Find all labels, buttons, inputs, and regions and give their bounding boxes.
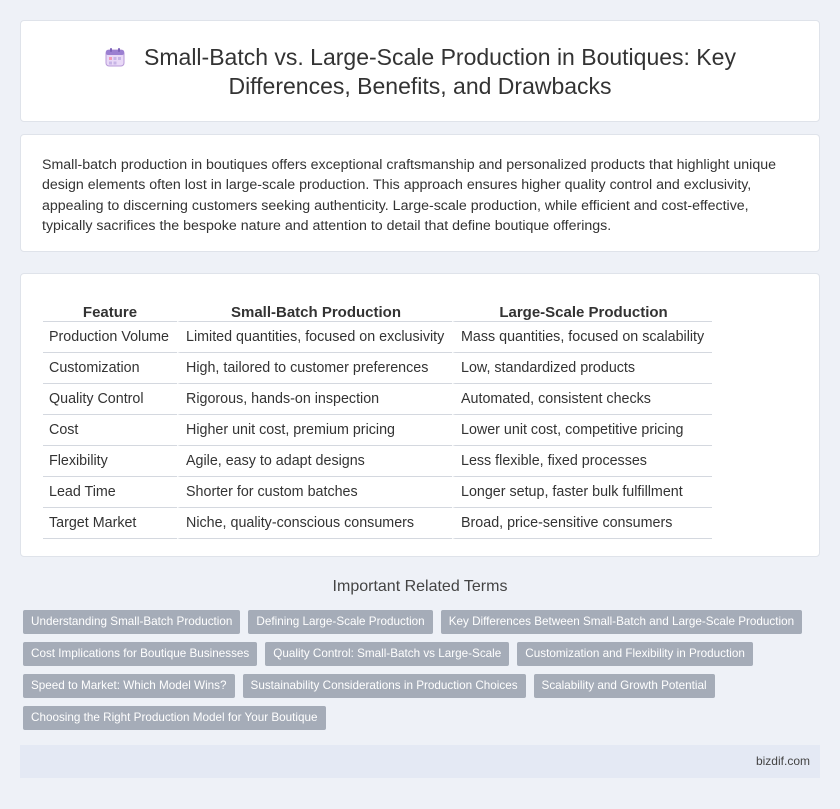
table-cell: Automated, consistent checks bbox=[452, 384, 712, 415]
related-terms-list: Understanding Small-Batch Production Def… bbox=[23, 610, 823, 738]
table-row: Production Volume Limited quantities, fo… bbox=[43, 322, 712, 353]
footer-site-link[interactable]: bizdif.com bbox=[756, 754, 810, 768]
footer: bizdif.com bbox=[20, 745, 820, 778]
table-row: Customization High, tailored to customer… bbox=[43, 353, 712, 384]
intro-card: Small-batch production in boutiques offe… bbox=[20, 134, 820, 252]
calendar-icon bbox=[105, 48, 125, 67]
table-cell: Rigorous, hands-on inspection bbox=[177, 384, 452, 415]
header-feature: Feature bbox=[43, 296, 177, 322]
table-row: Target Market Niche, quality-conscious c… bbox=[43, 508, 712, 539]
table-cell: Flexibility bbox=[43, 446, 177, 477]
table-cell: Agile, easy to adapt designs bbox=[177, 446, 452, 477]
table-cell: Cost bbox=[43, 415, 177, 446]
table-cell: Customization bbox=[43, 353, 177, 384]
related-term-tag[interactable]: Sustainability Considerations in Product… bbox=[242, 674, 526, 698]
related-term-tag[interactable]: Understanding Small-Batch Production bbox=[23, 610, 241, 634]
related-term-tag[interactable]: Choosing the Right Production Model for … bbox=[23, 706, 326, 730]
header-small-batch: Small-Batch Production bbox=[177, 296, 452, 322]
table-cell: Production Volume bbox=[43, 322, 177, 353]
table-row: Lead Time Shorter for custom batches Lon… bbox=[43, 477, 712, 508]
table-cell: Niche, quality-conscious consumers bbox=[177, 508, 452, 539]
related-term-tag[interactable]: Scalability and Growth Potential bbox=[533, 674, 715, 698]
page-title-wrap: Small-Batch vs. Large-Scale Production i… bbox=[21, 43, 819, 101]
table-cell: Less flexible, fixed processes bbox=[452, 446, 712, 477]
related-term-tag[interactable]: Defining Large-Scale Production bbox=[248, 610, 433, 634]
table-cell: Low, standardized products bbox=[452, 353, 712, 384]
page-title: Small-Batch vs. Large-Scale Production i… bbox=[144, 44, 736, 99]
related-term-tag[interactable]: Quality Control: Small-Batch vs Large-Sc… bbox=[265, 642, 510, 666]
table-cell: Lower unit cost, competitive pricing bbox=[452, 415, 712, 446]
table-cell: Mass quantities, focused on scalability bbox=[452, 322, 712, 353]
related-term-tag[interactable]: Speed to Market: Which Model Wins? bbox=[23, 674, 235, 698]
table-cell: Higher unit cost, premium pricing bbox=[177, 415, 452, 446]
comparison-card: Feature Small-Batch Production Large-Sca… bbox=[20, 273, 820, 557]
related-term-tag[interactable]: Key Differences Between Small-Batch and … bbox=[440, 610, 803, 634]
table-header-row: Feature Small-Batch Production Large-Sca… bbox=[43, 296, 712, 322]
related-terms-title: Important Related Terms bbox=[332, 578, 508, 595]
table-row: Quality Control Rigorous, hands-on inspe… bbox=[43, 384, 712, 415]
table-cell: Broad, price-sensitive consumers bbox=[452, 508, 712, 539]
header-large-scale: Large-Scale Production bbox=[452, 296, 712, 322]
table-row: Flexibility Agile, easy to adapt designs… bbox=[43, 446, 712, 477]
table-cell: Limited quantities, focused on exclusivi… bbox=[177, 322, 452, 353]
table-cell: Quality Control bbox=[43, 384, 177, 415]
related-term-tag[interactable]: Cost Implications for Boutique Businesse… bbox=[23, 642, 258, 666]
table-cell: Target Market bbox=[43, 508, 177, 539]
comparison-table: Feature Small-Batch Production Large-Sca… bbox=[43, 296, 712, 539]
header-card: Small-Batch vs. Large-Scale Production i… bbox=[20, 20, 820, 122]
intro-paragraph: Small-batch production in boutiques offe… bbox=[42, 157, 777, 234]
table-cell: Shorter for custom batches bbox=[177, 477, 452, 508]
table-cell: High, tailored to customer preferences bbox=[177, 353, 452, 384]
related-term-tag[interactable]: Customization and Flexibility in Product… bbox=[517, 642, 753, 666]
table-cell: Longer setup, faster bulk fulfillment bbox=[452, 477, 712, 508]
table-cell: Lead Time bbox=[43, 477, 177, 508]
table-row: Cost Higher unit cost, premium pricing L… bbox=[43, 415, 712, 446]
